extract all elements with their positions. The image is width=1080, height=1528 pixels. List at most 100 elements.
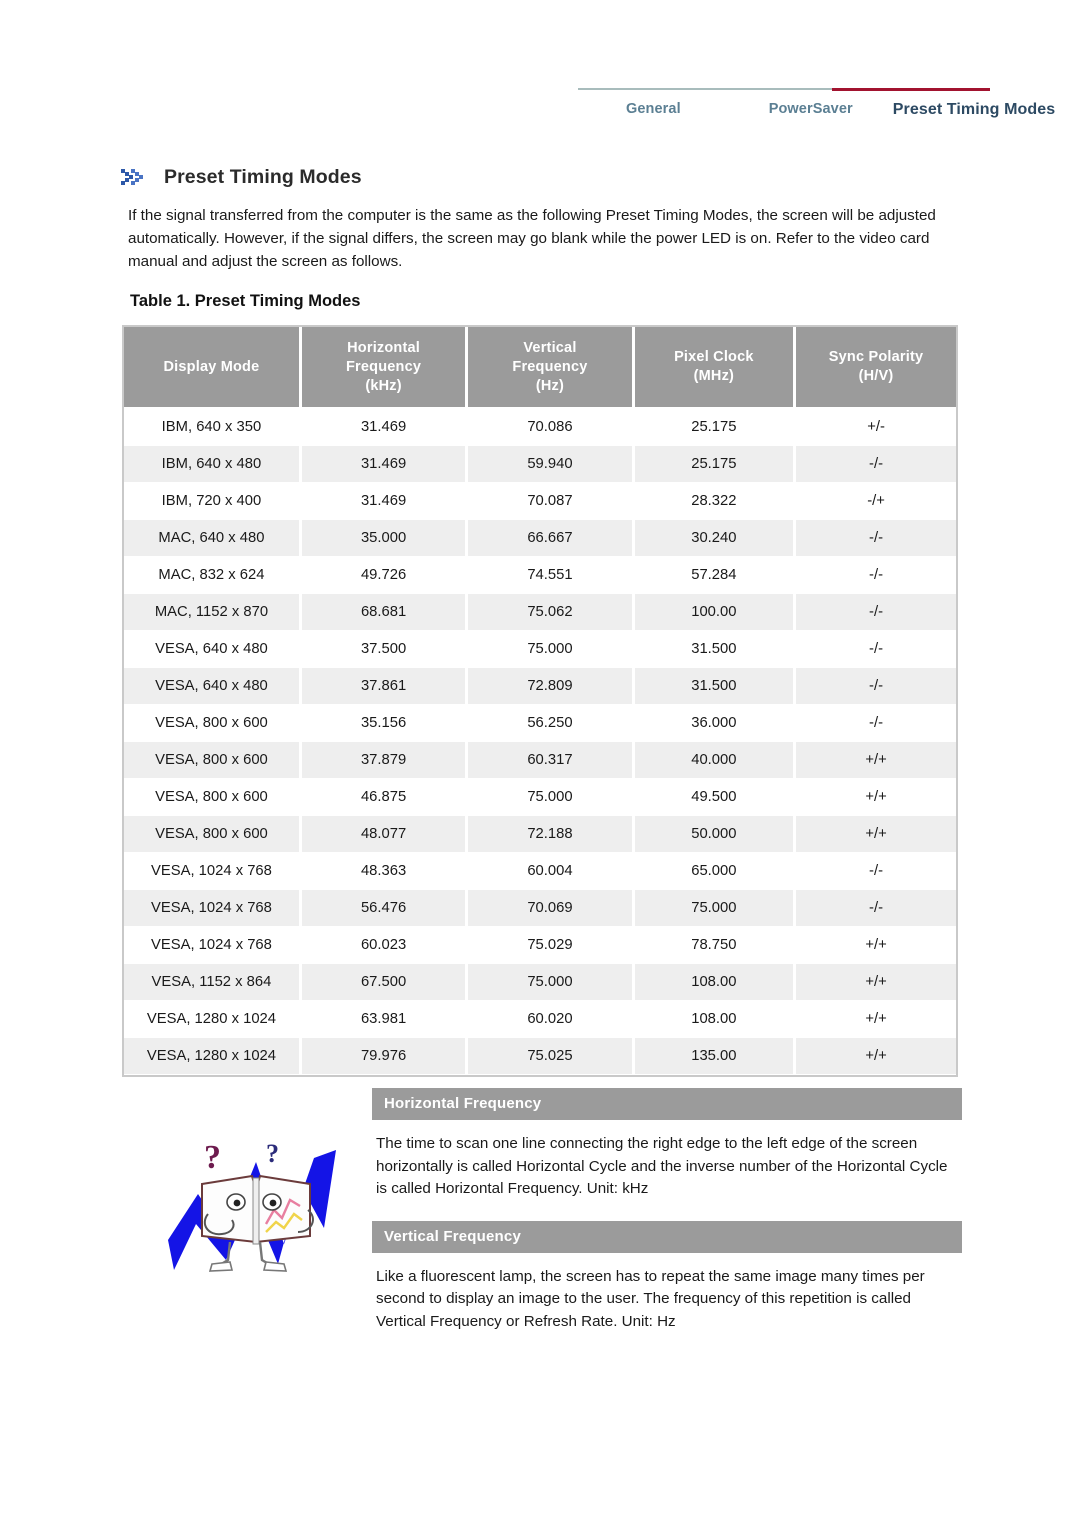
table-column-header-line: Vertical — [523, 339, 577, 356]
table-cell: 65.000 — [633, 852, 797, 890]
table-row: VESA, 1152 x 864 67.500 75.000 108.00 +/+ — [124, 963, 956, 1001]
tab-preset-timing-modes[interactable]: Preset Timing Modes — [887, 101, 1062, 119]
table-cell: 59.940 — [466, 445, 635, 483]
intro-paragraph: If the signal transferred from the compu… — [128, 207, 936, 270]
table-cell: 66.667 — [466, 519, 635, 557]
info-heading-vertical-frequency: Vertical Frequency — [372, 1220, 962, 1253]
table-cell: 31.500 — [633, 630, 797, 668]
table-cell-display-mode: VESA, 1280 x 1024 — [124, 1037, 302, 1075]
table-cell-display-mode: IBM, 720 x 400 — [124, 482, 302, 520]
table-row: VESA, 640 x 480 37.861 72.809 31.500 -/- — [124, 667, 956, 705]
table-cell-display-mode: MAC, 640 x 480 — [124, 519, 302, 557]
table-cell: 25.175 — [633, 445, 797, 483]
table-cell: 37.500 — [300, 630, 469, 668]
table-cell-display-mode: IBM, 640 x 350 — [124, 408, 302, 446]
table-cell-display-mode: VESA, 800 x 600 — [124, 778, 302, 816]
table-cell: -/- — [794, 630, 956, 668]
table-cell: 40.000 — [633, 741, 797, 779]
table-column-header-2: Vertical Frequency (Hz) — [466, 327, 635, 409]
table-cell: +/- — [794, 408, 956, 446]
page-title-row: Preset Timing Modes — [120, 166, 362, 189]
table-row: MAC, 1152 x 870 68.681 75.062 100.00 -/- — [124, 593, 956, 631]
table-caption: Table 1. Preset Timing Modes — [130, 292, 361, 310]
table-cell: 60.023 — [300, 926, 469, 964]
tabbar-rule-active-accent — [832, 88, 990, 91]
info-body-horizontal-frequency: The time to scan one line connecting the… — [376, 1135, 948, 1197]
table-cell: 31.469 — [300, 445, 469, 483]
tab-general[interactable]: General — [618, 101, 689, 117]
table-cell: 49.726 — [300, 556, 469, 594]
table-cell: +/+ — [794, 1037, 956, 1075]
table-cell: -/+ — [794, 482, 956, 520]
table-cell: 75.000 — [466, 963, 635, 1001]
table-cell: 75.062 — [466, 593, 635, 631]
table-cell: 48.363 — [300, 852, 469, 890]
double-chevron-icon — [120, 167, 150, 189]
table-cell: 135.00 — [633, 1037, 797, 1075]
table-column-header-0: Display Mode — [124, 327, 302, 409]
open-book-with-question-marks-illustration: ? ? — [168, 1132, 344, 1288]
table-cell: 60.317 — [466, 741, 635, 779]
table-column-header-line: Frequency — [346, 358, 422, 375]
table-row: VESA, 800 x 600 46.875 75.000 49.500 +/+ — [124, 778, 956, 816]
table-cell: 60.004 — [466, 852, 635, 890]
tab-list: General PowerSaver Preset Timing Modes — [578, 91, 1055, 131]
table-cell: +/+ — [794, 1000, 956, 1038]
table-column-header-line: Horizontal — [347, 339, 421, 356]
table-cell: 37.861 — [300, 667, 469, 705]
table-cell-display-mode: VESA, 1024 x 768 — [124, 889, 302, 927]
table-cell: -/- — [794, 704, 956, 742]
table-cell: 28.322 — [633, 482, 797, 520]
table-cell-display-mode: VESA, 800 x 600 — [124, 815, 302, 853]
tab-powersaver[interactable]: PowerSaver — [761, 101, 861, 117]
table-column-header-line: (MHz) — [693, 368, 735, 384]
table-row: MAC, 832 x 624 49.726 74.551 57.284 -/- — [124, 556, 956, 594]
table-cell: 37.879 — [300, 741, 469, 779]
table-column-header-4: Sync Polarity (H/V) — [794, 327, 956, 409]
info-section-vertical-frequency: Vertical Frequency Like a fluorescent la… — [372, 1220, 962, 1346]
table-cell: 72.809 — [466, 667, 635, 705]
table-row: VESA, 1280 x 1024 79.976 75.025 135.00 +/+ — [124, 1037, 956, 1075]
table-column-header-line: (H/V) — [858, 368, 894, 384]
table-row: VESA, 1024 x 768 60.023 75.029 78.750 +/+ — [124, 926, 956, 964]
table-cell-display-mode: VESA, 800 x 600 — [124, 741, 302, 779]
table-cell-display-mode: VESA, 1024 x 768 — [124, 852, 302, 890]
table-cell: -/- — [794, 667, 956, 705]
table-cell-display-mode: VESA, 1280 x 1024 — [124, 1000, 302, 1038]
table-header-row: Display Mode Horizontal Frequency (kHz) Vert… — [124, 327, 956, 409]
table-column-header-line: Display Mode — [163, 358, 260, 375]
table-column-header-line: Frequency — [512, 358, 588, 375]
table-cell: 31.469 — [300, 482, 469, 520]
table-cell: 70.087 — [466, 482, 635, 520]
table-cell: -/- — [794, 593, 956, 631]
table-cell: 50.000 — [633, 815, 797, 853]
table-row: VESA, 800 x 600 37.879 60.317 40.000 +/+ — [124, 741, 956, 779]
table-column-header-3: Pixel Clock (MHz) — [633, 327, 797, 409]
table-cell: 30.240 — [633, 519, 797, 557]
svg-text:?: ? — [266, 1139, 279, 1168]
table-column-header-1: Horizontal Frequency (kHz) — [300, 327, 469, 409]
table-cell-display-mode: VESA, 1152 x 864 — [124, 963, 302, 1001]
table-cell: 108.00 — [633, 1000, 797, 1038]
info-heading-horizontal-frequency: Horizontal Frequency — [372, 1088, 962, 1120]
table-cell: 35.000 — [300, 519, 469, 557]
table-row: VESA, 1024 x 768 56.476 70.069 75.000 -/- — [124, 889, 956, 927]
table-row: VESA, 800 x 600 35.156 56.250 36.000 -/- — [124, 704, 956, 742]
table-body: IBM, 640 x 350 31.469 70.086 25.175 +/- IBM, … — [124, 408, 956, 1075]
table-cell: 57.284 — [633, 556, 797, 594]
tabbar-rule-left — [578, 88, 832, 90]
table-column-header-line: Sync Polarity — [828, 349, 924, 365]
table-cell: 74.551 — [466, 556, 635, 594]
table-cell: 36.000 — [633, 704, 797, 742]
table-cell-display-mode: IBM, 640 x 480 — [124, 445, 302, 483]
table-cell: 78.750 — [633, 926, 797, 964]
table-cell-display-mode: VESA, 640 x 480 — [124, 667, 302, 705]
table-row: VESA, 1024 x 768 48.363 60.004 65.000 -/- — [124, 852, 956, 890]
table-cell: -/- — [794, 556, 956, 594]
table-cell: 56.476 — [300, 889, 469, 927]
table-cell: 79.976 — [300, 1037, 469, 1075]
table-header: Display Mode Horizontal Frequency (kHz) Vert… — [124, 327, 956, 409]
table-cell: 75.000 — [466, 778, 635, 816]
info-section-horizontal-frequency: Horizontal Frequency The time to scan on… — [372, 1088, 962, 1213]
info-section-gap — [372, 1213, 962, 1221]
